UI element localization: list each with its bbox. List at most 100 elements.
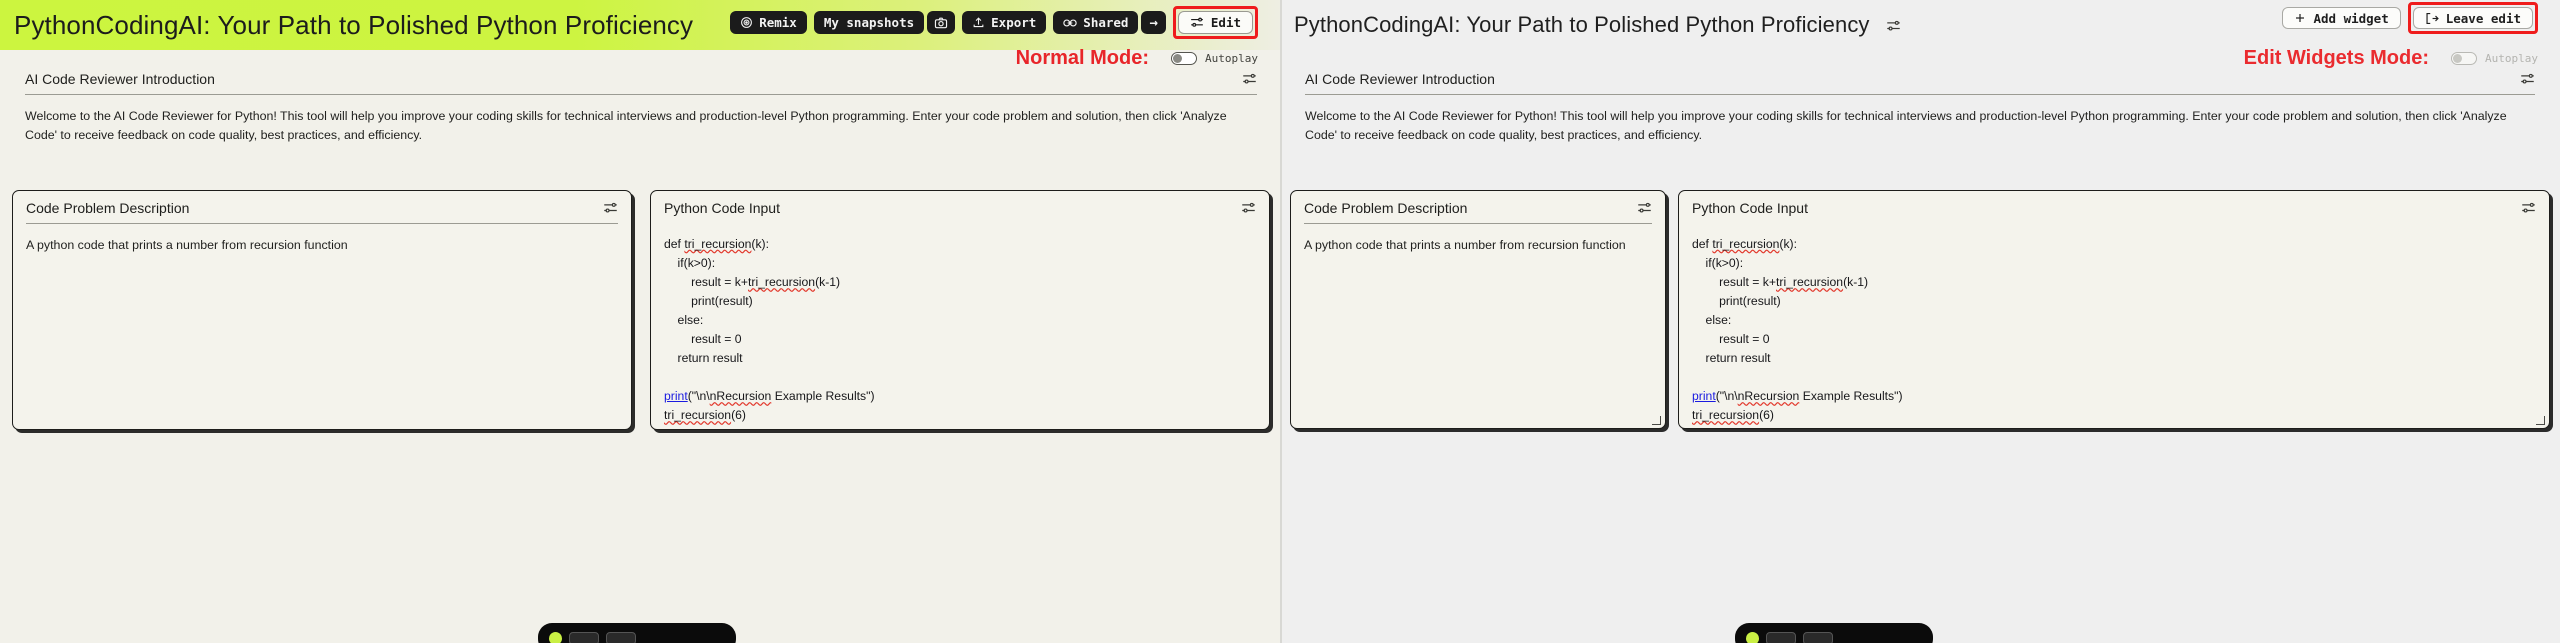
add-widget-button[interactable]: Add widget (2282, 7, 2401, 29)
exit-icon (2425, 12, 2439, 25)
widget-intro-body: Welcome to the AI Code Reviewer for Pyth… (25, 109, 1227, 143)
normal-mode-board: AI Code Reviewer Introduction Welcome to… (0, 50, 1280, 643)
panel-divider (1280, 0, 1282, 643)
app-title-edit: PythonCodingAI: Your Path to Polished Py… (1280, 12, 1901, 38)
dock-chip-1[interactable] (569, 631, 599, 643)
autoplay-toggle-knob (1173, 54, 1183, 63)
widget-code-edit-body[interactable]: def tri_recursion(k): if(k>0): result = … (1679, 223, 2549, 428)
code-line: result = k+tri_recursion(k-1) (1692, 275, 1869, 290)
widget-problem-edit-header: Code Problem Description (1291, 191, 1665, 223)
code-line: result = 0 (1692, 332, 1770, 347)
shared-group: Shared → (1053, 11, 1166, 34)
widget-code-body[interactable]: def tri_recursion(k): if(k>0): result = … (651, 223, 1269, 429)
my-snapshots-button[interactable]: My snapshots (813, 11, 925, 34)
shared-label: Shared (1083, 15, 1129, 30)
edit-button[interactable]: Edit (1177, 11, 1253, 34)
remix-icon (740, 16, 753, 29)
autoplay-label: Autoplay (1205, 52, 1258, 65)
code-line: return result (664, 351, 743, 366)
widget-problem-body[interactable]: A python code that prints a number from … (13, 224, 631, 267)
code-line: print(result) (1692, 294, 1781, 309)
arrow-right-icon: → (1149, 14, 1158, 31)
edit-mode-label: Edit Widgets Mode: (2243, 47, 2430, 69)
normal-mode-label: Normal Mode: (1015, 47, 1150, 69)
normal-mode-toolbar: Remix My snapshots Export Shared → Edit (730, 6, 1258, 39)
screenshot-root: PythonCodingAI: Your Path to Polished Py… (0, 0, 2560, 643)
edit-mode-toolbar: Add widget Leave edit (2282, 2, 2538, 34)
widget-code-edit-title: Python Code Input (1692, 200, 1808, 216)
widget-intro-edit-body: Welcome to the AI Code Reviewer for Pyth… (1305, 109, 2507, 143)
code-line: result = 0 (664, 332, 742, 347)
code-line: if(k>0): (1692, 256, 1744, 271)
dock-status-dot (549, 631, 562, 643)
widget-intro-settings-icon[interactable] (1242, 72, 1257, 86)
bottom-dock-edit[interactable] (1735, 623, 1933, 643)
widget-problem-edit-settings-icon[interactable] (1637, 201, 1652, 215)
widget-problem[interactable]: Code Problem Description A python code t… (12, 190, 632, 430)
app-title: PythonCodingAI: Your Path to Polished Py… (14, 9, 694, 40)
leave-edit-button[interactable]: Leave edit (2412, 7, 2533, 29)
widget-problem-header: Code Problem Description (13, 191, 631, 223)
code-line: print("\n\nRecursion Example Results") (1692, 389, 1903, 404)
code-line: print(result) (664, 294, 753, 309)
plus-icon (2294, 12, 2306, 24)
widget-code-header: Python Code Input (651, 191, 1269, 223)
widget-code-edit-header: Python Code Input (1679, 191, 2549, 223)
export-label: Export (991, 15, 1037, 30)
snapshots-group: My snapshots (813, 11, 956, 34)
dock-chip-edit-1[interactable] (1766, 631, 1796, 643)
app-title-settings-icon[interactable] (1886, 19, 1901, 33)
code-line: result = k+tri_recursion(k-1) (664, 275, 841, 290)
autoplay-control-normal[interactable]: Autoplay (1171, 52, 1258, 65)
dock-chip-2[interactable] (606, 631, 636, 643)
camera-button[interactable] (927, 11, 956, 34)
remix-button[interactable]: Remix (730, 11, 807, 34)
widget-intro-edit-title: AI Code Reviewer Introduction (1305, 71, 1495, 87)
widget-problem-edit-title: Code Problem Description (1304, 200, 1468, 216)
code-line: tri_recursion(6) (1692, 408, 1774, 423)
shared-button[interactable]: Shared (1053, 11, 1139, 34)
app-title-edit-text: PythonCodingAI: Your Path to Polished Py… (1294, 12, 1870, 37)
widget-intro: AI Code Reviewer Introduction Welcome to… (12, 62, 1270, 177)
normal-mode-status-row: Normal Mode: Autoplay (1016, 47, 1258, 70)
autoplay-label-edit: Autoplay (2485, 52, 2538, 65)
widget-code-resize-handle[interactable] (2536, 416, 2545, 425)
bottom-dock-normal[interactable] (538, 623, 736, 643)
code-line: else: (664, 313, 704, 328)
edit-button-highlight: Edit (1172, 6, 1258, 39)
my-snapshots-label: My snapshots (823, 15, 915, 30)
export-icon (972, 16, 985, 29)
dock-chip-edit-2[interactable] (1803, 631, 1833, 643)
widget-problem-edit-body[interactable]: A python code that prints a number from … (1291, 224, 1665, 267)
code-line: def tri_recursion(k): (1692, 237, 1798, 251)
widget-code-settings-icon[interactable] (1241, 201, 1256, 215)
app-header-edit: PythonCodingAI: Your Path to Polished Py… (1280, 0, 2560, 50)
edit-mode-status-row: Edit Widgets Mode: Autoplay (2244, 47, 2538, 70)
widget-intro-edit-settings-icon[interactable] (2520, 72, 2535, 86)
widget-code-edit[interactable]: Python Code Input def tri_recursion(k): … (1678, 190, 2550, 429)
widget-code-title: Python Code Input (664, 200, 780, 216)
autoplay-control-edit[interactable]: Autoplay (2451, 52, 2538, 65)
widget-intro-title: AI Code Reviewer Introduction (25, 71, 215, 87)
edit-mode-panel: PythonCodingAI: Your Path to Polished Py… (1280, 0, 2560, 643)
leave-edit-label: Leave edit (2445, 10, 2521, 26)
widget-problem-settings-icon[interactable] (603, 201, 618, 215)
widget-intro-edit[interactable]: AI Code Reviewer Introduction Welcome to… (1292, 62, 2548, 177)
widget-problem-edit[interactable]: Code Problem Description A python code t… (1290, 190, 1666, 429)
export-button[interactable]: Export (962, 11, 1047, 34)
camera-icon (934, 16, 948, 30)
widget-code-edit-settings-icon[interactable] (2521, 201, 2536, 215)
link-icon (1063, 17, 1078, 29)
code-line: else: (1692, 313, 1732, 328)
code-line: if(k>0): (664, 256, 716, 271)
widget-problem-title: Code Problem Description (26, 200, 190, 216)
edit-mode-board: AI Code Reviewer Introduction Welcome to… (1280, 50, 2560, 643)
open-shared-button[interactable]: → (1141, 11, 1166, 34)
code-line: def tri_recursion(k): (664, 237, 770, 251)
widget-code[interactable]: Python Code Input def tri_recursion(k): … (650, 190, 1270, 430)
autoplay-toggle-edit[interactable] (2451, 52, 2478, 65)
widget-problem-resize-handle[interactable] (1652, 416, 1661, 425)
code-line: tri_recursion(6) (664, 408, 746, 423)
autoplay-toggle[interactable] (1171, 52, 1198, 65)
